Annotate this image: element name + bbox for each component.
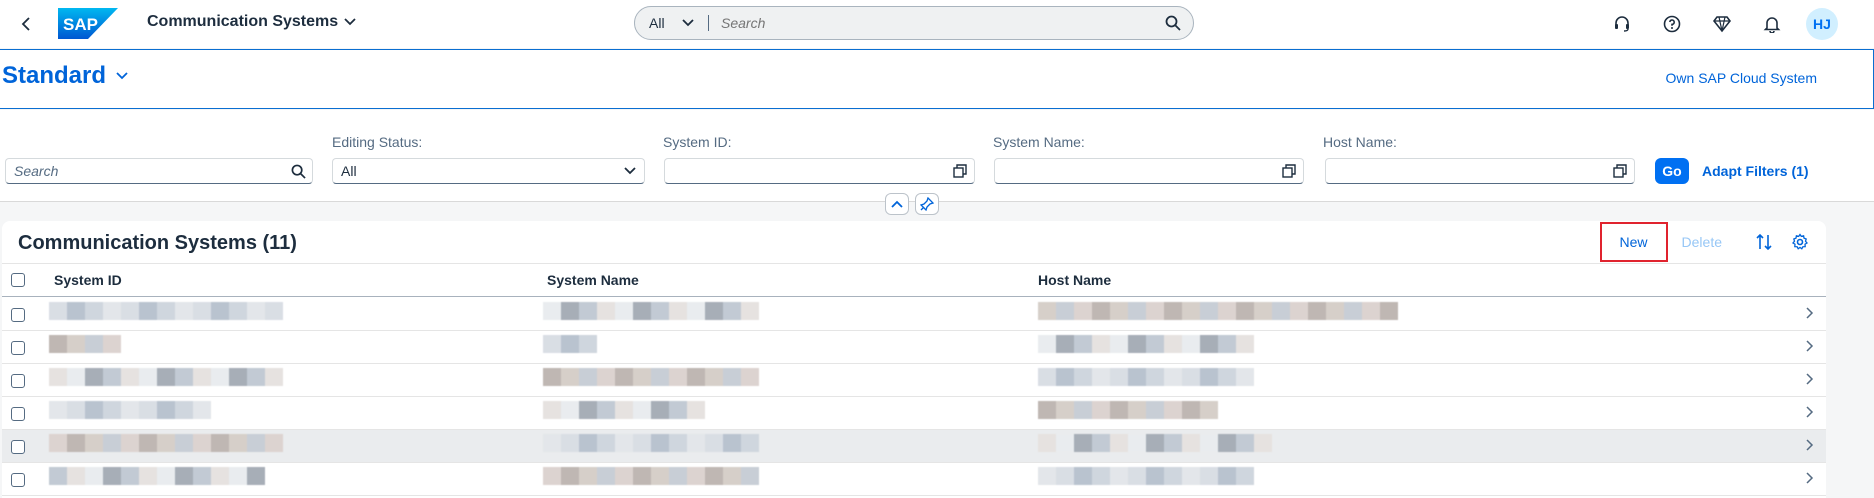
- shell-bar: SAP Communication Systems All HJ: [0, 0, 1874, 48]
- search-scope-value: All: [649, 15, 665, 31]
- chevron-down-icon: [116, 72, 128, 80]
- avatar[interactable]: HJ: [1806, 8, 1838, 40]
- app-title-menu[interactable]: Communication Systems: [147, 13, 356, 31]
- chevron-down-icon[interactable]: [616, 167, 644, 175]
- table-title: Communication Systems (11): [18, 232, 297, 254]
- search-scope-select[interactable]: All: [635, 15, 709, 31]
- system-id-label: System ID:: [663, 134, 732, 150]
- chevron-down-icon: [682, 19, 694, 27]
- variant-header: Standard Own SAP Cloud System: [0, 49, 1874, 109]
- table-toolbar: New Delete: [1599, 221, 1818, 263]
- go-button[interactable]: Go: [1655, 158, 1689, 184]
- new-button[interactable]: New: [1599, 222, 1668, 262]
- table-row[interactable]: [2, 331, 1826, 364]
- value-help-icon[interactable]: [1606, 164, 1634, 178]
- row-navigation-chevron-icon[interactable]: [1806, 339, 1814, 357]
- row-navigation-chevron-icon[interactable]: [1806, 471, 1814, 489]
- redacted-system-id: [49, 434, 283, 452]
- row-navigation-chevron-icon[interactable]: [1806, 306, 1814, 324]
- redacted-system-name: [543, 467, 759, 485]
- redacted-system-name: [543, 434, 759, 452]
- settings-gear-icon[interactable]: [1782, 224, 1818, 260]
- editing-status-select[interactable]: All: [332, 158, 645, 184]
- host-name-field[interactable]: [1325, 158, 1635, 184]
- row-checkbox[interactable]: [11, 374, 25, 388]
- row-checkbox[interactable]: [11, 473, 25, 487]
- row-checkbox[interactable]: [11, 308, 25, 322]
- redacted-system-id: [49, 467, 265, 485]
- redacted-system-id: [49, 302, 283, 320]
- column-header-system-id[interactable]: System ID: [54, 272, 122, 288]
- system-name-field[interactable]: [994, 158, 1304, 184]
- select-all-checkbox[interactable]: [11, 273, 25, 287]
- global-search: All: [634, 6, 1194, 40]
- diamond-icon[interactable]: [1706, 8, 1738, 40]
- sap-logo[interactable]: SAP: [58, 8, 118, 39]
- row-checkbox[interactable]: [11, 341, 25, 355]
- pin-header-button[interactable]: [915, 193, 939, 215]
- delete-button[interactable]: Delete: [1672, 234, 1732, 250]
- filter-search-field[interactable]: Search: [5, 158, 313, 184]
- search-icon[interactable]: [284, 164, 312, 179]
- sort-icon[interactable]: [1746, 224, 1782, 260]
- svg-text:SAP: SAP: [63, 15, 98, 34]
- redacted-system-name: [543, 368, 759, 386]
- headset-icon[interactable]: [1606, 8, 1638, 40]
- system-id-field[interactable]: [664, 158, 975, 184]
- redacted-system-name: [543, 302, 759, 320]
- chevron-up-icon: [891, 200, 903, 208]
- row-checkbox[interactable]: [11, 440, 25, 454]
- redacted-system-name: [543, 335, 597, 353]
- row-checkbox[interactable]: [11, 407, 25, 421]
- help-icon[interactable]: [1656, 8, 1688, 40]
- redacted-host-name: [1038, 368, 1254, 386]
- redacted-system-name: [543, 401, 705, 419]
- variant-management[interactable]: Standard: [2, 62, 128, 90]
- row-navigation-chevron-icon[interactable]: [1806, 405, 1814, 423]
- system-name-label: System Name:: [993, 134, 1085, 150]
- pin-icon: [920, 197, 934, 211]
- editing-status-value: All: [341, 163, 357, 179]
- value-help-icon[interactable]: [946, 164, 974, 178]
- communication-systems-table: Communication Systems (11) New Delete Sy…: [2, 221, 1826, 498]
- app-title: Communication Systems: [147, 13, 339, 30]
- value-help-icon[interactable]: [1275, 164, 1303, 178]
- column-header-system-name[interactable]: System Name: [547, 272, 639, 288]
- table-row[interactable]: [2, 397, 1826, 430]
- shell-actions: HJ: [1606, 8, 1838, 40]
- redacted-system-id: [49, 335, 121, 353]
- redacted-host-name: [1038, 467, 1254, 485]
- table-row[interactable]: [2, 364, 1826, 397]
- row-navigation-chevron-icon[interactable]: [1806, 438, 1814, 456]
- own-sap-cloud-system-link[interactable]: Own SAP Cloud System: [1666, 70, 1817, 86]
- search-icon[interactable]: [1153, 7, 1193, 39]
- variant-name: Standard: [2, 62, 107, 89]
- redacted-host-name: [1038, 401, 1218, 419]
- adapt-filters-button[interactable]: Adapt Filters (1): [1702, 163, 1809, 179]
- table-header: System ID System Name Host Name: [2, 263, 1826, 297]
- table-row[interactable]: [2, 430, 1826, 463]
- filter-search-placeholder: Search: [14, 163, 59, 179]
- redacted-host-name: [1038, 434, 1272, 452]
- collapse-header-button[interactable]: [885, 193, 909, 215]
- table-row[interactable]: [2, 298, 1826, 331]
- column-header-host-name[interactable]: Host Name: [1038, 272, 1111, 288]
- editing-status-label: Editing Status:: [332, 134, 423, 150]
- global-search-input[interactable]: [709, 7, 1153, 39]
- table-row[interactable]: [2, 463, 1826, 496]
- host-name-label: Host Name:: [1323, 134, 1397, 150]
- redacted-host-name: [1038, 302, 1398, 320]
- redacted-system-id: [49, 401, 211, 419]
- bell-icon[interactable]: [1756, 8, 1788, 40]
- filter-bar: Search Editing Status: All System ID: Sy…: [0, 110, 1874, 202]
- chevron-down-icon: [344, 18, 356, 26]
- back-icon[interactable]: [14, 12, 38, 36]
- header-toggle-buttons: [885, 193, 939, 215]
- redacted-system-id: [49, 368, 283, 386]
- redacted-host-name: [1038, 335, 1254, 353]
- row-navigation-chevron-icon[interactable]: [1806, 372, 1814, 390]
